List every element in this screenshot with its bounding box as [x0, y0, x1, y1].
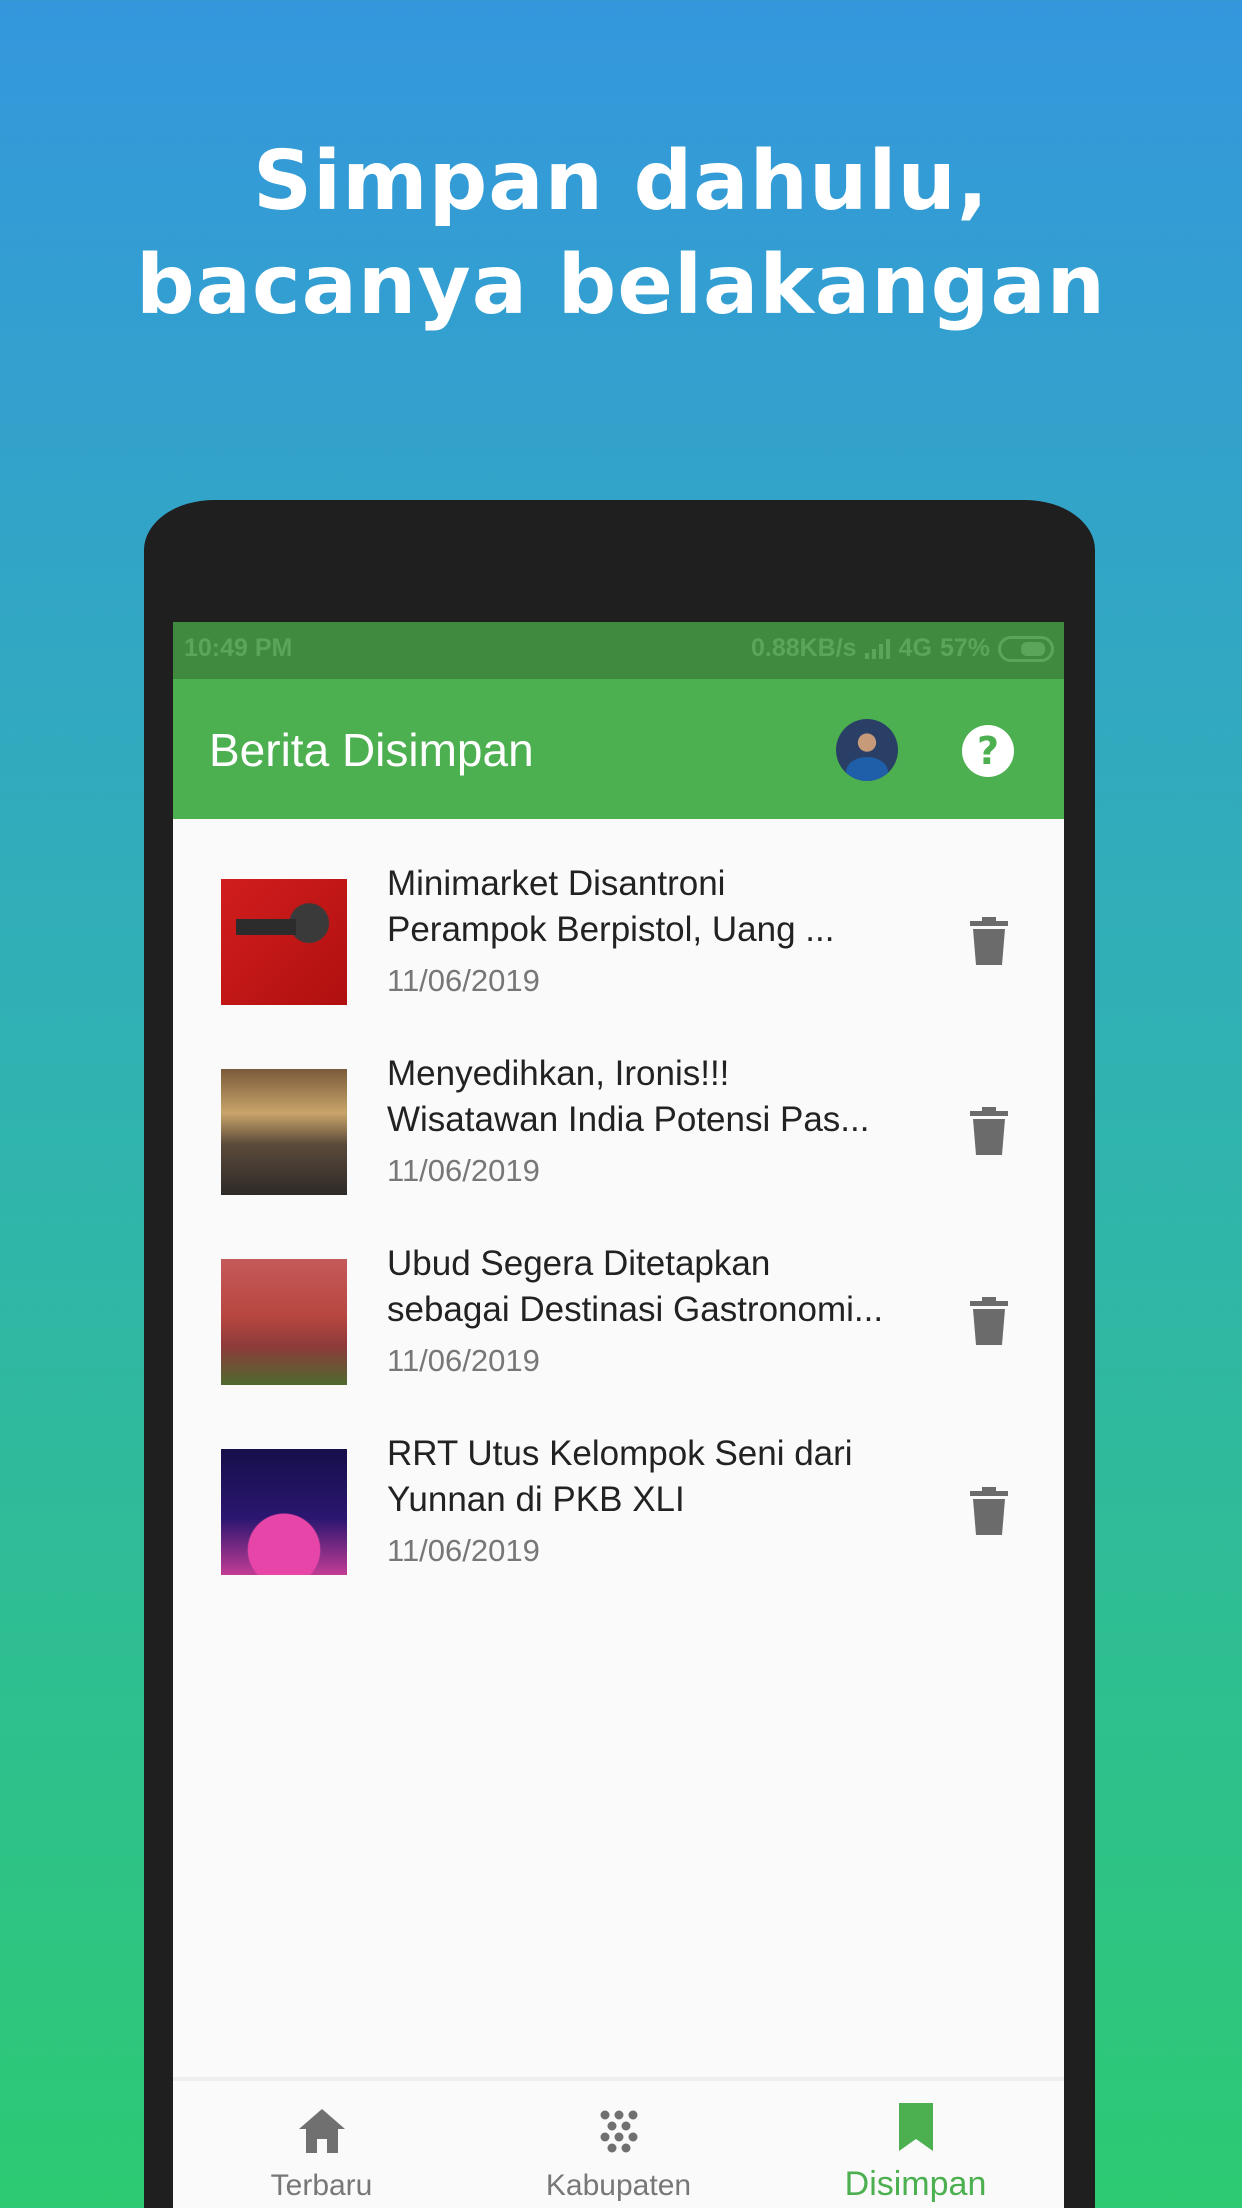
trash-icon[interactable]	[970, 1107, 1008, 1155]
battery-percent: 57%	[939, 634, 990, 662]
trash-icon[interactable]	[970, 1297, 1008, 1345]
nav-tab-terbaru[interactable]: Terbaru	[173, 2081, 470, 2208]
article-title-line-1: Minimarket Disantroni	[387, 864, 726, 903]
article-date: 11/06/2019	[387, 963, 540, 998]
phone-screen: 10:49 PM 0.88KB/s 4G 57% Berita Disimpan…	[173, 622, 1064, 2208]
nav-label: Kabupaten	[545, 2169, 692, 2202]
bookmark-icon	[898, 2103, 933, 2151]
promo-headline: Simpan dahulu, bacanya belakangan	[0, 130, 1242, 338]
avatar[interactable]	[836, 719, 898, 781]
article-thumbnail	[221, 879, 347, 1005]
bottom-navigation: Terbaru Kabupaten Disimpan	[173, 2077, 1064, 2208]
nav-tab-kabupaten[interactable]: Kabupaten	[470, 2081, 767, 2208]
article-title-line-1: Menyedihkan, Ironis!!!	[387, 1054, 730, 1093]
trash-icon[interactable]	[970, 1487, 1008, 1535]
headline-line-2: bacanya belakangan	[135, 238, 1107, 333]
headline-line-1: Simpan dahulu,	[253, 134, 989, 229]
status-bar: 10:49 PM 0.88KB/s 4G 57%	[173, 622, 1064, 679]
home-icon	[298, 2109, 345, 2153]
list-item[interactable]: RRT Utus Kelompok Seni dari Yunnan di PK…	[173, 1389, 1064, 1579]
article-date: 11/06/2019	[387, 1533, 540, 1568]
help-icon[interactable]: ?	[962, 725, 1014, 777]
article-title-line-2: Yunnan di PKB XLI	[387, 1480, 685, 1519]
article-title-line-1: Ubud Segera Ditetapkan	[387, 1244, 771, 1283]
article-date: 11/06/2019	[387, 1343, 540, 1378]
article-thumbnail	[221, 1259, 347, 1385]
status-indicators: 0.88KB/s 4G 57%	[751, 634, 1054, 663]
article-title-line-2: sebagai Destinasi Gastronomi...	[387, 1290, 884, 1329]
list-item[interactable]: Ubud Segera Ditetapkan sebagai Destinasi…	[173, 1199, 1064, 1389]
page-title: Berita Disimpan	[209, 724, 534, 776]
battery-icon	[998, 635, 1054, 662]
article-title-line-2: Perampok Berpistol, Uang ...	[387, 910, 835, 949]
article-thumbnail	[221, 1449, 347, 1575]
list-item[interactable]: Minimarket Disantroni Perampok Berpistol…	[173, 819, 1064, 1009]
network-speed: 0.88KB/s	[750, 634, 857, 662]
signal-icon	[864, 638, 890, 659]
nav-tab-disimpan[interactable]: Disimpan	[767, 2081, 1064, 2208]
trash-icon[interactable]	[970, 917, 1008, 965]
article-date: 11/06/2019	[387, 1153, 540, 1188]
app-bar: Berita Disimpan ?	[173, 679, 1064, 819]
status-time: 10:49 PM	[184, 634, 293, 662]
network-type: 4G	[898, 634, 932, 662]
list-item[interactable]: Menyedihkan, Ironis!!! Wisatawan India P…	[173, 1009, 1064, 1199]
article-title-line-1: RRT Utus Kelompok Seni dari	[387, 1434, 853, 1473]
nav-label: Disimpan	[844, 2165, 987, 2203]
dots-grid-icon	[600, 2110, 637, 2153]
nav-label: Terbaru	[270, 2169, 373, 2202]
article-title-line-2: Wisatawan India Potensi Pas...	[387, 1100, 870, 1139]
article-thumbnail	[221, 1069, 347, 1195]
